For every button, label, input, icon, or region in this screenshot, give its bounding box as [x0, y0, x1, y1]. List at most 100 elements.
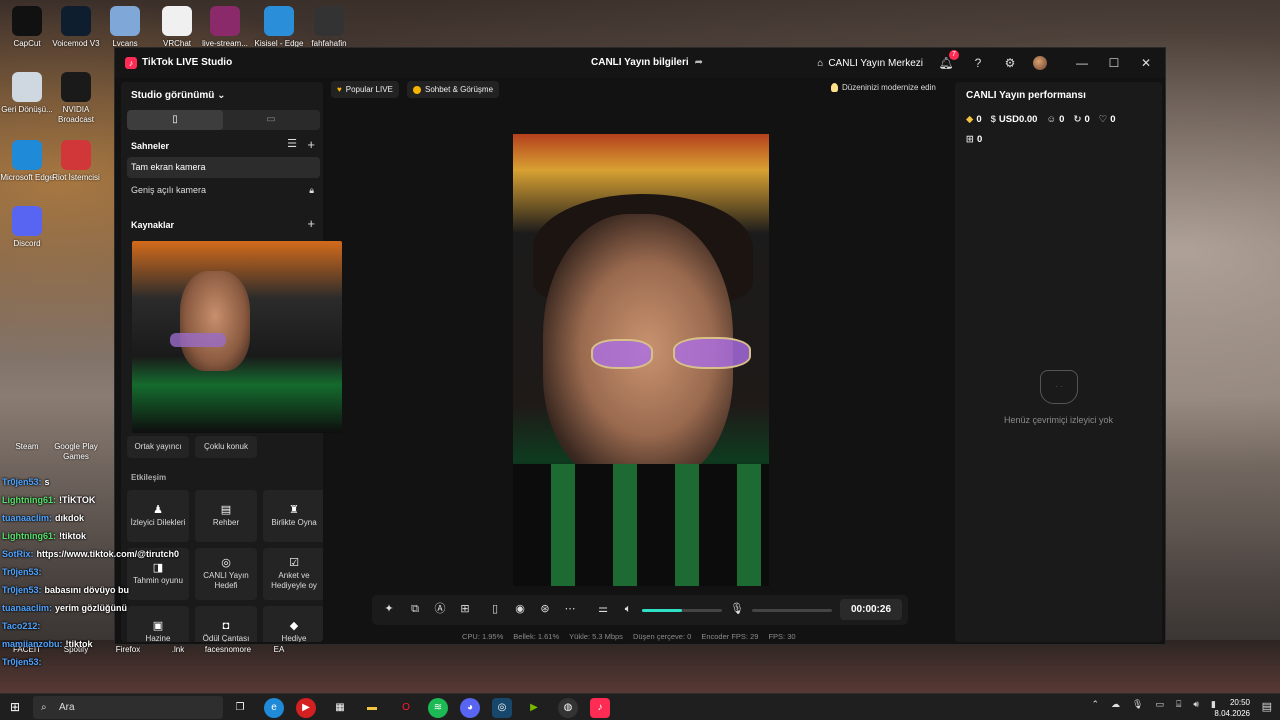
title-bar: ♪ TikTok LIVE Studio CANLI Yayın bilgile… [115, 48, 1165, 78]
youtube-icon[interactable]: ▶ [296, 698, 316, 718]
desktop-icon[interactable]: live-stream... [198, 6, 252, 49]
desktop-icon[interactable]: Geri Dönüşü... [0, 72, 54, 115]
poll-button[interactable]: ☑ Anket ve Hediyeyle oy [263, 548, 323, 600]
speaker-icon[interactable]: 🔈︎ [621, 602, 635, 616]
add-scene-icon[interactable]: + [307, 137, 315, 152]
empty-viewers-icon: ᐧ ᐧ [1040, 370, 1078, 404]
settings-icon[interactable]: ⚙ [1001, 54, 1019, 72]
chevron-up-icon[interactable]: ⌃ [1091, 699, 1099, 710]
modernize-layout-link[interactable]: Düzeninizi modernize edin [831, 83, 936, 92]
folder-icon[interactable]: ▬ [362, 698, 382, 718]
desktop-icon[interactable]: NVIDIA Broadcast [49, 72, 103, 125]
tiktok-live-studio-icon[interactable]: ♪ [590, 698, 610, 718]
desktop-icon[interactable]: Discord [0, 206, 54, 249]
microphone-icon[interactable]: 🎙︎ [730, 602, 744, 616]
tile-label: Anket ve Hediyeyle oy [271, 570, 317, 590]
desktop-icon[interactable]: Google Play Games [49, 442, 103, 462]
desktop-icon[interactable]: Lvcans [98, 6, 152, 49]
ai-icon[interactable]: Ⓐ [433, 602, 447, 616]
opera-icon[interactable]: O [396, 698, 416, 718]
volume-slider[interactable] [642, 609, 722, 612]
add-source-icon[interactable]: + [307, 216, 315, 231]
avatar[interactable] [1033, 56, 1047, 70]
tiktok-logo-icon: ♪ [125, 57, 137, 69]
capcut-icon [12, 6, 42, 36]
desktop-icon[interactable]: Steam [0, 442, 54, 452]
more-icon[interactable]: ⋯ [563, 602, 577, 616]
windows-start-icon[interactable]: ⊞ [10, 700, 24, 714]
popular-live-chip[interactable]: ♥ Popular LIVE [331, 81, 399, 98]
notification-center-icon[interactable]: ▤ [1262, 700, 1272, 713]
obs-icon[interactable]: ◍ [558, 698, 578, 718]
maximize-icon[interactable]: ☐ [1105, 54, 1123, 72]
chat-chip[interactable]: Sohbet & Görüşme [407, 81, 500, 98]
folder-icon[interactable]: ▭ [1155, 699, 1164, 710]
magic-wand-icon[interactable]: ✦ [382, 602, 396, 616]
desktop-icon[interactable]: EA [252, 645, 306, 655]
desktop-icon[interactable]: CapCut [0, 6, 54, 49]
desktop-icon[interactable]: VRChat [150, 6, 204, 49]
nvidia-icon[interactable]: ▶ [524, 698, 544, 718]
chat-message: tuanaaclim: yerim gözlüğünü [2, 599, 179, 617]
help-icon[interactable]: ? [969, 54, 987, 72]
desktop-icon[interactable]: Microsoft Edge [0, 140, 54, 183]
sources-heading: Kaynaklar [131, 220, 175, 230]
avatar-icon [110, 6, 140, 36]
chat-message: Lightning61: !TİKTOK [2, 491, 179, 509]
cloud-icon[interactable]: ☁ [1111, 699, 1120, 710]
add-media-icon[interactable]: ⊞ [458, 602, 472, 616]
guide-button[interactable]: ▤ Rehber [195, 490, 257, 542]
effects-icon[interactable]: ⧉ [408, 602, 422, 616]
scene-item-wide[interactable]: Geniş açılı kamera 🔒︎ [127, 180, 320, 201]
reward-bag-button[interactable]: ◘ Ödül Çantası [195, 606, 257, 642]
gift-button[interactable]: ◆ Hediye [263, 606, 323, 642]
discord-icon[interactable]: ◕ [460, 698, 480, 718]
desktop-icon[interactable]: Voicemod V3 [49, 6, 103, 49]
taskbar-search[interactable]: ⌕ Ara [33, 696, 223, 719]
tile-label: Rehber [212, 517, 240, 527]
live-info-button[interactable]: CANLI Yayın bilgileri ➦ [591, 57, 703, 68]
list-icon[interactable]: ☰ [287, 137, 297, 150]
mic-slider[interactable] [752, 609, 832, 612]
desktop-icon[interactable]: Kisisel - Edge [252, 6, 306, 49]
play-together-button[interactable]: ♜ Birlikte Oyna [263, 490, 323, 542]
bell-icon[interactable]: 🔔︎ 7 [937, 50, 959, 72]
record-icon[interactable]: ◉ [513, 602, 527, 616]
chat-message: Tr0jen53: [2, 653, 179, 671]
desktop-icon-label: Discord [13, 239, 41, 248]
clock[interactable]: 20:50 8.04.2026 [1214, 697, 1250, 719]
volume-icon[interactable]: 🔊︎ [1193, 699, 1199, 710]
steam-icon[interactable]: ◎ [492, 698, 512, 718]
portrait-mode-button[interactable]: ▯ [127, 110, 223, 130]
multi-guest-button[interactable]: Çoklu konuk [195, 436, 257, 458]
studio-view-dropdown[interactable]: Studio görünümü ⌄ [131, 90, 226, 101]
users-icon: ☺ [1046, 114, 1057, 125]
metric-value: 0 [1110, 114, 1116, 125]
minimize-icon[interactable]: — [1073, 54, 1091, 72]
scene-label: Geniş açılı kamera [131, 185, 207, 195]
close-icon[interactable]: ✕ [1137, 54, 1155, 72]
live-preview [513, 134, 769, 586]
spotify-icon[interactable]: ≋ [428, 698, 448, 718]
scene-item-fullscreen[interactable]: Tam ekran kamera [127, 157, 320, 178]
microphone-icon[interactable]: 🎙︎ [1132, 699, 1143, 710]
adjust-icon[interactable]: ⚌ [596, 602, 610, 616]
edge-icon[interactable]: e [264, 698, 284, 718]
live-goal-button[interactable]: ◎ CANLI Yayın Hedefi [195, 548, 257, 600]
task-view-icon[interactable]: ❐ [230, 698, 250, 718]
camera-switch-icon[interactable]: ⊛ [538, 602, 552, 616]
phone-icon[interactable]: ▯ [488, 602, 502, 616]
scenes-heading: Sahneler [131, 141, 170, 151]
desktop-icon-label: NVIDIA Broadcast [57, 105, 95, 124]
metrics-row: ◆ 0 $ USD0.00 ☺ 0 ↻ 0 ♡ 0 [966, 114, 1116, 125]
desktop-icon[interactable]: Riot İstemcisi [49, 140, 103, 183]
desktop-icon[interactable]: facesnomore [201, 645, 255, 655]
cohost-button[interactable]: Ortak yayıncı [127, 436, 189, 458]
desktop-icon[interactable]: fahfahafin [302, 6, 356, 49]
heart-icon: ♥ [337, 85, 342, 94]
live-center-button[interactable]: ⌂ CANLI Yayın Merkezi [817, 58, 923, 69]
gift-icon: ⊞ [966, 134, 974, 145]
landscape-mode-button[interactable]: ▭ [223, 110, 319, 130]
app-icon[interactable]: ▦ [330, 698, 350, 718]
network-icon[interactable]: ⌸ [1176, 699, 1181, 710]
